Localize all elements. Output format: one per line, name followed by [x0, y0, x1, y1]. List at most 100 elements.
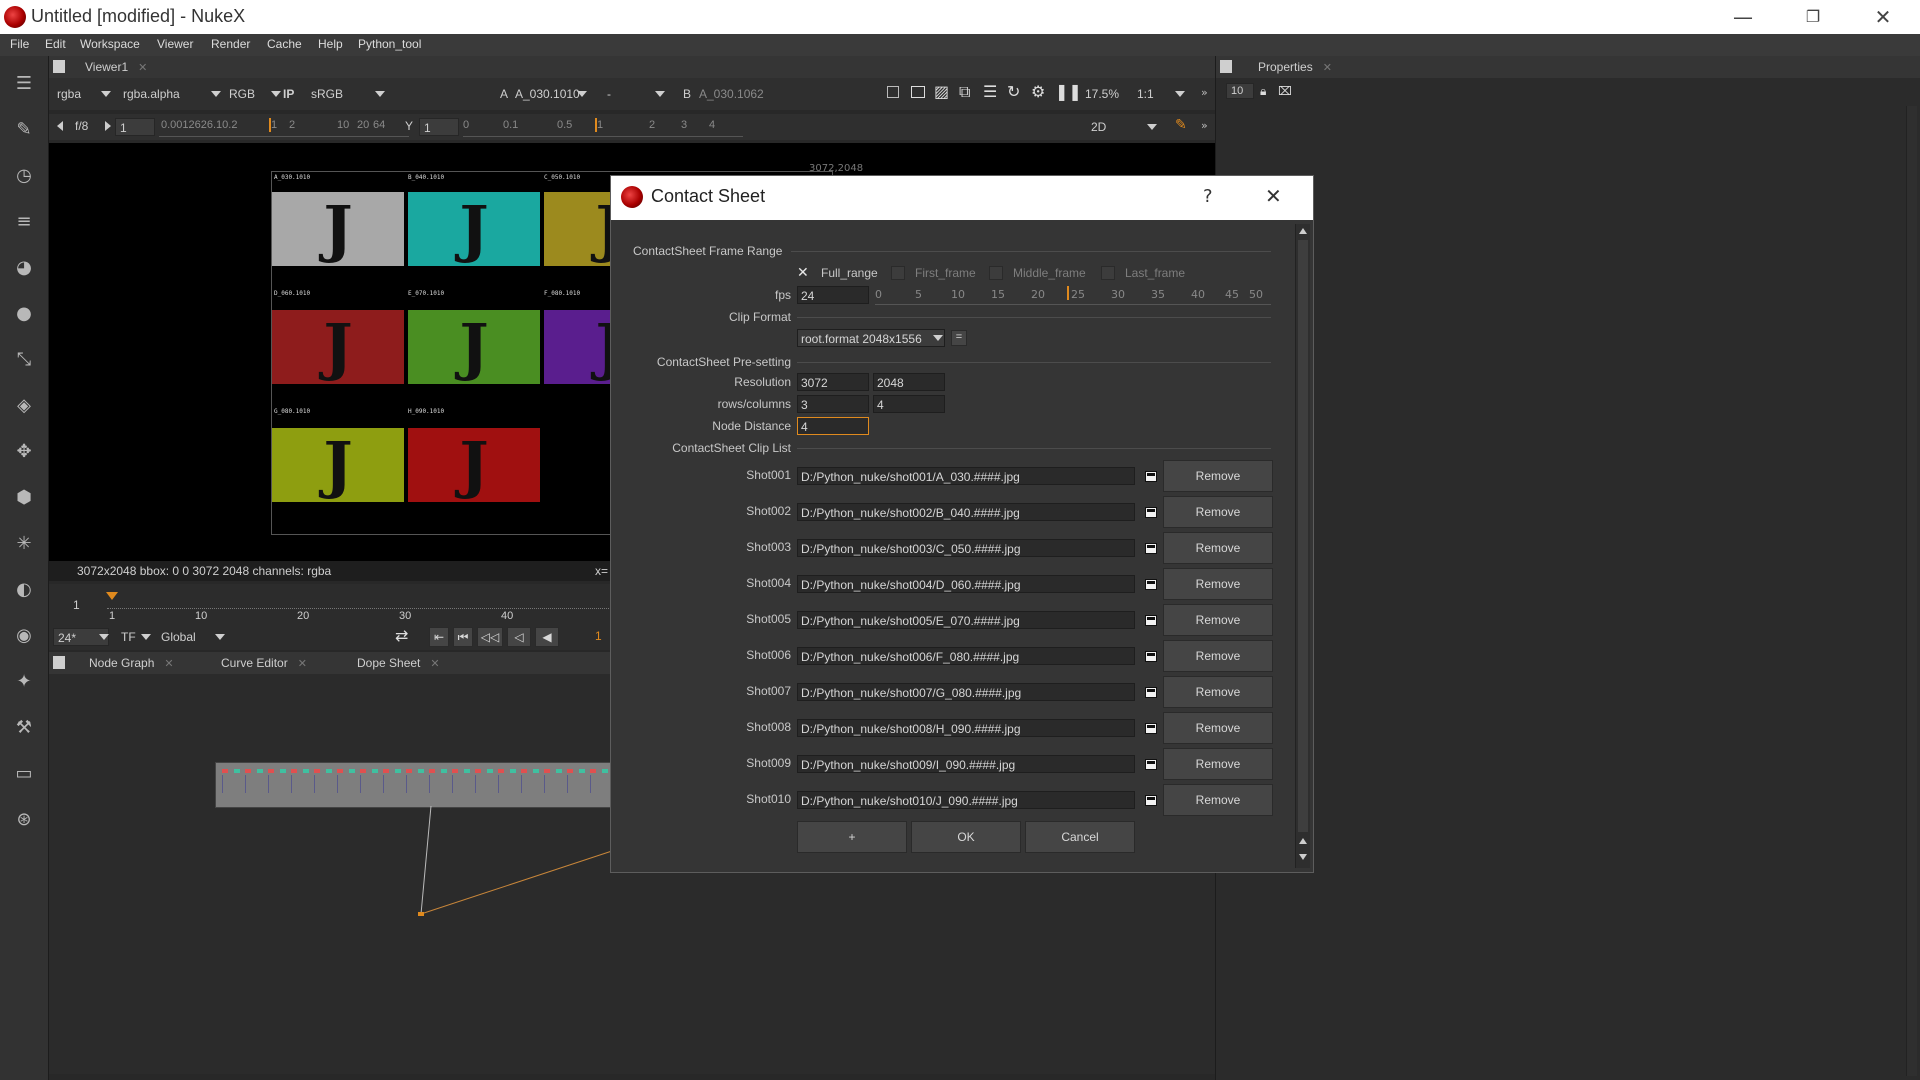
- folder-browse-icon[interactable]: [1145, 651, 1157, 662]
- close-window-button[interactable]: ✕: [1854, 0, 1912, 34]
- gain-field[interactable]: 1: [115, 118, 155, 136]
- remove-button[interactable]: Remove: [1163, 604, 1273, 636]
- folder-browse-icon[interactable]: [1145, 687, 1157, 698]
- clip-path-input[interactable]: D:/Python_nuke/shot010/J_090.####.jpg: [797, 791, 1135, 809]
- gain-slider-handle[interactable]: [269, 118, 271, 132]
- close-tab-icon[interactable]: ✕: [164, 658, 173, 670]
- particles-tools-icon[interactable]: ✳: [12, 532, 36, 556]
- add-clip-button[interactable]: +: [797, 821, 907, 853]
- gamma-slider-handle[interactable]: [595, 118, 597, 132]
- remove-button[interactable]: Remove: [1163, 460, 1273, 492]
- rows-input[interactable]: 3: [797, 395, 869, 413]
- fstop-increase-icon[interactable]: [105, 121, 111, 131]
- color-picker-icon[interactable]: ✎: [1175, 117, 1187, 133]
- other-tools-icon[interactable]: ▭: [12, 762, 36, 786]
- colorspace-dropdown[interactable]: sRGB: [303, 85, 387, 103]
- deep-tools-icon[interactable]: ◐: [12, 578, 36, 602]
- color-tools-icon[interactable]: ◕: [12, 256, 36, 280]
- clip-path-input[interactable]: D:/Python_nuke/shot009/I_090.####.jpg: [797, 755, 1135, 773]
- panel-menu-icon[interactable]: [53, 60, 65, 73]
- input-b-dropdown[interactable]: A_030.1062: [695, 85, 771, 103]
- loop-mode-icon[interactable]: ⇄: [395, 626, 408, 645]
- keyer-tools-icon[interactable]: ⤡: [12, 348, 36, 372]
- gain-slider[interactable]: 0.0012626.10.2 1 2 10 20 64: [159, 118, 409, 137]
- clip-path-input[interactable]: D:/Python_nuke/shot002/B_040.####.jpg: [797, 503, 1135, 521]
- minimize-button[interactable]: —: [1714, 0, 1772, 34]
- 3d-tools-icon[interactable]: ⬢: [12, 486, 36, 510]
- node-distance-input[interactable]: 4: [797, 417, 869, 435]
- channels-dropdown[interactable]: rgba: [51, 85, 111, 103]
- remove-button[interactable]: Remove: [1163, 640, 1273, 672]
- middle-frame-checkbox[interactable]: [989, 266, 1003, 280]
- menu-cache[interactable]: Cache: [267, 37, 302, 51]
- filter-tools-icon[interactable]: ●: [12, 302, 36, 326]
- transform-tools-icon[interactable]: ✥: [12, 440, 36, 464]
- gamma-slider[interactable]: 0 0.1 0.5 1 2 3 4: [463, 118, 743, 137]
- properties-scrollbar[interactable]: [1906, 106, 1917, 1076]
- tab-properties[interactable]: Properties ✕: [1258, 56, 1332, 78]
- scroll-up-icon[interactable]: [1299, 228, 1307, 234]
- channel-tools-icon[interactable]: ≡: [12, 210, 36, 234]
- columns-input[interactable]: 4: [873, 395, 945, 413]
- step-back-icon[interactable]: ⇤: [429, 627, 449, 647]
- maximize-button[interactable]: ❐: [1784, 0, 1842, 34]
- folder-browse-icon[interactable]: [1145, 507, 1157, 518]
- menu-render[interactable]: Render: [211, 37, 250, 51]
- image-tools-icon[interactable]: ☰: [12, 72, 36, 96]
- tf-dropdown[interactable]: TF: [119, 628, 159, 646]
- clip-path-input[interactable]: D:/Python_nuke/shot008/H_090.####.jpg: [797, 719, 1135, 737]
- views-tools-icon[interactable]: ◉: [12, 624, 36, 648]
- remove-button[interactable]: Remove: [1163, 748, 1273, 780]
- folder-browse-icon[interactable]: [1145, 615, 1157, 626]
- tab-curve-editor[interactable]: Curve Editor ✕: [221, 652, 307, 674]
- expand-toolbar-icon[interactable]: »: [1201, 86, 1208, 99]
- pause-icon[interactable]: ❚❚: [1055, 82, 1082, 101]
- remove-button[interactable]: Remove: [1163, 784, 1273, 816]
- folder-browse-icon[interactable]: [1145, 579, 1157, 590]
- resolution-width-input[interactable]: 3072: [797, 373, 869, 391]
- frame-range-dropdown[interactable]: Global: [159, 628, 229, 646]
- draw-tools-icon[interactable]: ✎: [12, 118, 36, 142]
- menu-viewer[interactable]: Viewer: [157, 37, 193, 51]
- tab-dope-sheet[interactable]: Dope Sheet ✕: [357, 652, 440, 674]
- remove-button[interactable]: Remove: [1163, 712, 1273, 744]
- current-frame-field[interactable]: 1: [595, 629, 602, 643]
- folder-browse-icon[interactable]: [1145, 471, 1157, 482]
- dialog-scrollbar[interactable]: [1295, 224, 1310, 868]
- menu-python-tool[interactable]: Python_tool: [358, 37, 421, 51]
- prev-keyframe-icon[interactable]: ◁◁: [477, 627, 503, 647]
- fps-input[interactable]: 24: [797, 286, 869, 304]
- cancel-button[interactable]: Cancel: [1025, 821, 1135, 853]
- remove-button[interactable]: Remove: [1163, 496, 1273, 528]
- menu-edit[interactable]: Edit: [45, 37, 66, 51]
- roi-icon[interactable]: [887, 86, 899, 98]
- remove-button[interactable]: Remove: [1163, 676, 1273, 708]
- scroll-up-icon[interactable]: [1299, 838, 1307, 844]
- view-mode-dropdown[interactable]: 2D: [1089, 118, 1159, 136]
- display-channel-dropdown[interactable]: RGB: [219, 85, 281, 103]
- prev-frame-icon[interactable]: ◁: [507, 627, 531, 647]
- alpha-channel-dropdown[interactable]: rgba.alpha: [119, 85, 221, 103]
- fstop-decrease-icon[interactable]: [57, 121, 63, 131]
- tab-node-graph[interactable]: Node Graph ✕: [89, 652, 174, 674]
- play-backward-icon[interactable]: ◀: [535, 627, 559, 647]
- close-tab-icon[interactable]: ✕: [298, 658, 307, 670]
- clip-path-input[interactable]: D:/Python_nuke/shot004/D_060.####.jpg: [797, 575, 1135, 593]
- pixel-ratio-dropdown[interactable]: 1:1: [1135, 85, 1195, 103]
- clip-format-dropdown[interactable]: root.format 2048x1556: [797, 329, 945, 347]
- menu-file[interactable]: File: [10, 37, 29, 51]
- merge-tools-icon[interactable]: ◈: [12, 394, 36, 418]
- remove-button[interactable]: Remove: [1163, 532, 1273, 564]
- menu-workspace[interactable]: Workspace: [80, 37, 140, 51]
- metadata-tools-icon[interactable]: ✦: [12, 670, 36, 694]
- close-tab-icon[interactable]: ✕: [1323, 62, 1332, 74]
- full-range-checkbox[interactable]: ✕: [797, 266, 811, 280]
- clip-format-link-button[interactable]: =: [951, 330, 967, 346]
- zoom-dropdown[interactable]: 17.5%: [1083, 85, 1133, 103]
- clear-panels-icon[interactable]: ⌧: [1278, 84, 1292, 98]
- fps-slider[interactable]: 0 5 10 15 20 25 30 35 40 45 50: [875, 286, 1271, 305]
- go-to-start-icon[interactable]: ⏮: [453, 627, 473, 647]
- input-a-dropdown[interactable]: A_030.1010: [511, 85, 591, 103]
- fps-slider-handle[interactable]: [1067, 286, 1069, 300]
- close-tab-icon[interactable]: ✕: [138, 62, 147, 74]
